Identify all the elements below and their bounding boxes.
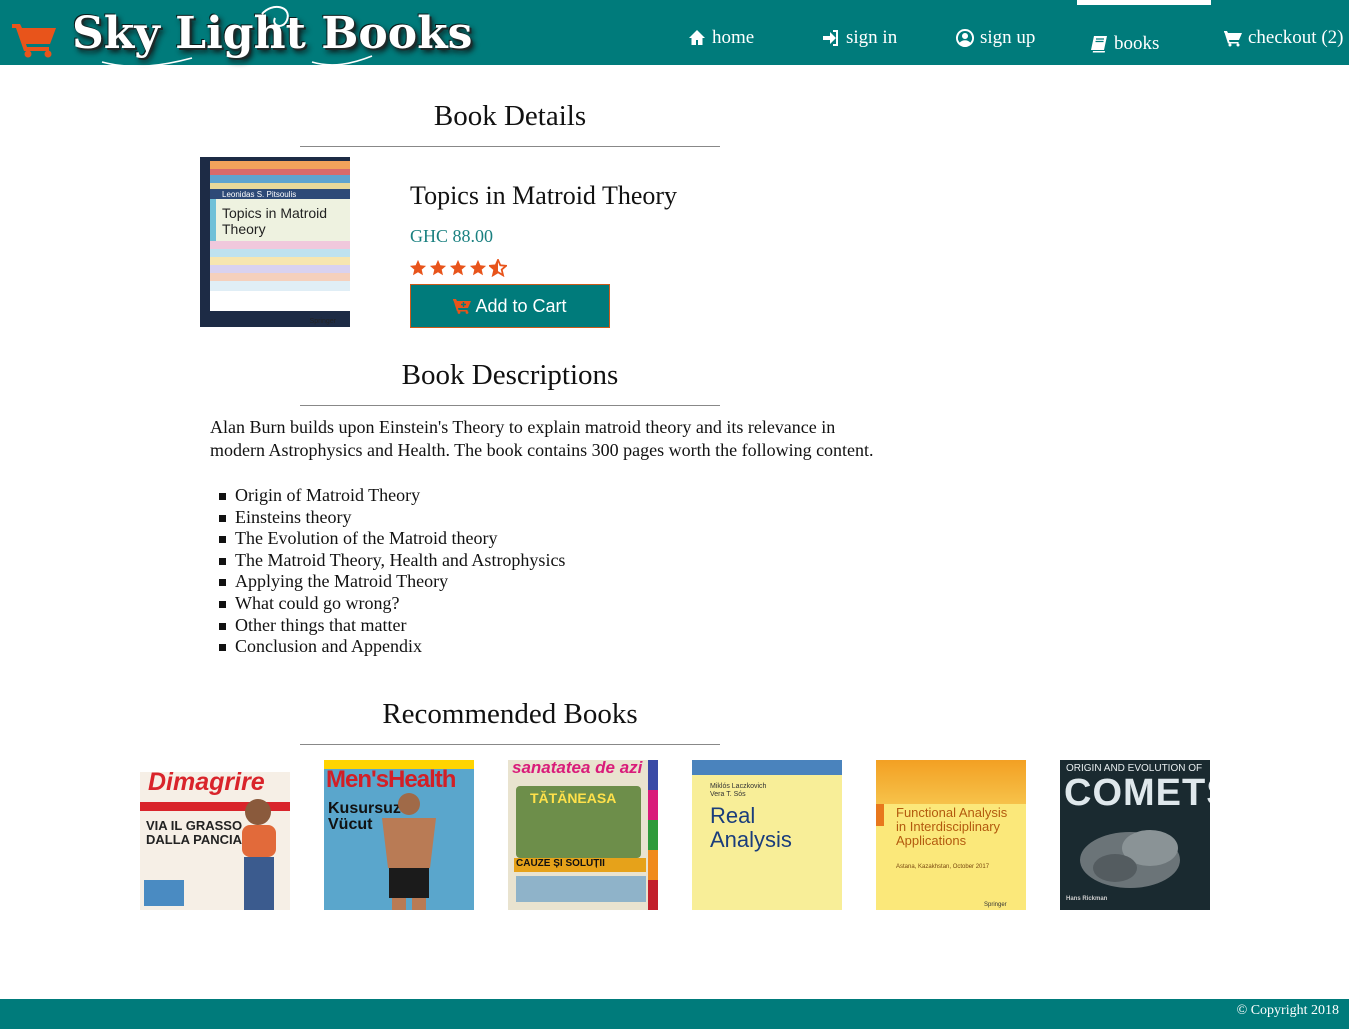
sign-in-icon bbox=[823, 30, 838, 46]
book-title: Topics in Matroid Theory bbox=[410, 181, 678, 210]
user-circle-icon bbox=[956, 29, 974, 47]
cover-author: Miklós Laczkovich bbox=[710, 783, 767, 790]
recommended-book-real-analysis[interactable]: Miklós Laczkovich Vera T. Sós Real Analy… bbox=[692, 760, 842, 910]
cover-title: COMETS bbox=[1064, 772, 1210, 814]
cover-author: Vera T. Sós bbox=[710, 791, 746, 798]
list-item: Conclusion and Appendix bbox=[218, 636, 565, 658]
cart-plus-icon bbox=[453, 299, 472, 314]
list-item: The Matroid Theory, Health and Astrophys… bbox=[218, 550, 565, 572]
nav-checkout[interactable]: checkout (2) bbox=[1224, 26, 1343, 50]
list-item: Other things that matter bbox=[218, 615, 565, 637]
home-icon bbox=[689, 30, 705, 45]
book-details-heading: Book Details bbox=[433, 100, 587, 132]
book-price: GHC 88.00 bbox=[410, 226, 494, 246]
book-icon bbox=[1091, 36, 1107, 53]
nav-sign-up[interactable]: sign up bbox=[956, 26, 1035, 50]
nav-home-label: home bbox=[712, 27, 755, 48]
nav-sign-in[interactable]: sign in bbox=[822, 26, 897, 50]
recommended-book-sanatatea-de-azi[interactable]: sanatatea de azi TĂTĂNEASA CAUZE ȘI SOLU… bbox=[508, 760, 658, 910]
book-cover-image[interactable]: Leonidas S. Pitsoulis Topics in Matroid … bbox=[200, 157, 350, 327]
cover-author: Hans Rickman bbox=[1066, 896, 1108, 902]
cover-model-graphic bbox=[242, 799, 276, 910]
divider bbox=[300, 744, 720, 745]
nav-active-indicator bbox=[1077, 0, 1211, 5]
list-item: Origin of Matroid Theory bbox=[218, 485, 565, 507]
cover-band bbox=[692, 760, 842, 775]
nav-checkout-label: checkout (2) bbox=[1248, 27, 1344, 48]
star-rating bbox=[409, 259, 507, 277]
cover-title: Real Analysis bbox=[710, 803, 792, 852]
footer: © Copyright 2018 bbox=[0, 999, 1349, 1029]
list-item: What could go wrong? bbox=[218, 593, 565, 615]
cover-title: sanatatea de azi bbox=[512, 760, 643, 777]
cover-inset bbox=[516, 876, 646, 902]
recommended-book-comets[interactable]: ORIGIN AND EVOLUTION OF COMETS Hans Rick… bbox=[1060, 760, 1210, 910]
nav-books[interactable]: books bbox=[1090, 32, 1159, 56]
cover-side-tabs bbox=[648, 760, 658, 910]
cover-title: Topics in Matroid Theory bbox=[222, 205, 328, 237]
copyright-text: © Copyright 2018 bbox=[1236, 1003, 1339, 1018]
cover-line: Astana, Kazakhstan, October 2017 bbox=[896, 864, 990, 870]
star-icon bbox=[409, 259, 427, 276]
comet-photo bbox=[1080, 830, 1180, 888]
divider bbox=[300, 405, 720, 406]
cover-inset bbox=[144, 880, 184, 906]
nav-sign-in-label: sign in bbox=[846, 27, 898, 48]
cover-model-graphic bbox=[382, 793, 436, 910]
nav-books-label: books bbox=[1114, 33, 1160, 54]
cover-line: CAUZE ȘI SOLUȚII bbox=[516, 858, 605, 869]
list-item: The Evolution of the Matroid theory bbox=[218, 528, 565, 550]
cover-accent bbox=[876, 804, 884, 826]
half-star-icon bbox=[489, 259, 507, 277]
nav-sign-up-label: sign up bbox=[980, 27, 1036, 48]
star-icon bbox=[429, 259, 447, 276]
cover-line: TĂTĂNEASA bbox=[530, 790, 617, 806]
top-navbar: Sky Light Books home sign in sign up boo… bbox=[0, 0, 1349, 68]
nav-home[interactable]: home bbox=[688, 26, 754, 50]
cover-publisher: Springer bbox=[984, 902, 1007, 908]
description-text: Alan Burn builds upon Einstein's Theory … bbox=[210, 417, 874, 460]
shopping-cart-icon bbox=[12, 24, 56, 58]
cover-publisher: Springer bbox=[309, 318, 336, 325]
recommended-book-mens-health[interactable]: Men'sHealth Kusursuz Vücut bbox=[324, 760, 474, 910]
cart-icon bbox=[1224, 31, 1242, 47]
star-icon bbox=[469, 259, 487, 276]
star-icon bbox=[449, 259, 467, 276]
cover-band bbox=[876, 760, 1026, 804]
add-to-cart-button[interactable]: Add to Cart bbox=[410, 284, 610, 328]
recommended-books-heading: Recommended Books bbox=[382, 698, 638, 730]
recommended-book-dimagrire[interactable]: Dimagrire VIA IL GRASSO DALLA PANCIA bbox=[140, 760, 290, 910]
content-list: Origin of Matroid Theory Einsteins theor… bbox=[218, 485, 565, 658]
recommended-book-functional-analysis[interactable]: Functional Analysis in Interdisciplinary… bbox=[876, 760, 1026, 910]
list-item: Applying the Matroid Theory bbox=[218, 571, 565, 593]
book-descriptions-heading: Book Descriptions bbox=[401, 359, 619, 391]
list-item: Einsteins theory bbox=[218, 507, 565, 529]
cover-author: Leonidas S. Pitsoulis bbox=[222, 190, 297, 199]
cover-title: Functional Analysis in Interdisciplinary… bbox=[896, 805, 1008, 848]
divider bbox=[300, 146, 720, 147]
logo-text: Sky Light Books bbox=[72, 8, 473, 59]
add-to-cart-label: Add to Cart bbox=[475, 295, 567, 316]
